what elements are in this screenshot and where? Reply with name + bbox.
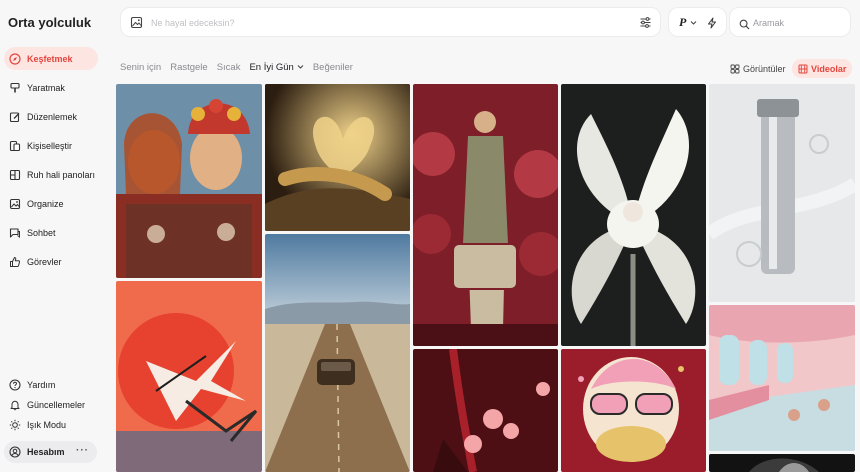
search-icon	[739, 17, 750, 35]
sidebar-item-label: Güncellemeler	[27, 399, 86, 410]
sidebar-item-updates[interactable]: Güncellemeler	[4, 396, 98, 413]
moodboard-icon	[9, 169, 21, 181]
sidebar-item-label: Sohbet	[27, 227, 56, 238]
images-toggle-button[interactable]: Görüntüler	[724, 59, 792, 78]
sidebar-item-personalize[interactable]: Kişiselleştir	[4, 134, 98, 157]
sidebar-item-label: Yardım	[27, 379, 56, 390]
gallery-image-silver-bottle[interactable]	[709, 84, 855, 302]
bell-icon	[9, 399, 21, 411]
lightning-icon[interactable]	[706, 16, 718, 34]
personalize-icon	[9, 140, 21, 152]
bottom-nav: Yardım Güncellemeler Işık Modu	[4, 376, 98, 436]
chevron-down-icon	[690, 13, 697, 31]
sidebar-item-moodboards[interactable]: Ruh hali panoları	[4, 163, 98, 186]
sidebar-item-label: Yaratmak	[27, 82, 65, 93]
sidebar-item-label: Düzenlemek	[27, 111, 78, 122]
thumbs-up-icon	[9, 256, 21, 268]
gallery-image-dark-partial[interactable]	[709, 454, 855, 472]
sun-icon	[9, 419, 21, 431]
sidebar-item-create[interactable]: Yaratmak	[4, 76, 98, 99]
gallery-image-donut-character[interactable]	[561, 349, 706, 472]
sidebar-item-edit[interactable]: Düzenlemek	[4, 105, 98, 128]
image-upload-icon[interactable]	[130, 16, 143, 34]
chat-icon	[9, 227, 21, 239]
sidebar-item-label: Işık Modu	[27, 419, 67, 430]
sidebar-item-label: Kişiselleştir	[27, 140, 73, 151]
tab-random[interactable]: Rastgele	[170, 62, 208, 73]
filter-tabs: Senin için Rastgele Sıcak En İyi Gün Beğ…	[120, 62, 362, 73]
sidebar-item-chat[interactable]: Sohbet	[4, 221, 98, 244]
app-logo[interactable]: Orta yolculuk	[8, 15, 91, 30]
image-icon	[9, 198, 21, 210]
prompt-input[interactable]	[151, 15, 631, 31]
videos-toggle-button[interactable]: Videolar	[792, 59, 853, 78]
account-button[interactable]: Hesabım ···	[4, 441, 97, 463]
sidebar-item-label: Ruh hali panoları	[27, 169, 96, 180]
tab-likes[interactable]: Beğeniler	[313, 62, 353, 73]
main-nav: Keşfetmek Yaratmak Düzenlemek Kişiselleş…	[4, 47, 98, 279]
gallery-image-embroidered-figure[interactable]	[413, 84, 558, 346]
compass-icon	[9, 52, 21, 65]
tab-top-day[interactable]: En İyi Gün	[249, 62, 304, 73]
prompt-bar	[120, 7, 661, 37]
gallery-image-golden-butterflies[interactable]	[265, 84, 410, 231]
sidebar-item-label: Organize	[27, 198, 64, 209]
sidebar-item-organize[interactable]: Organize	[4, 192, 98, 215]
gallery-image-folk-portrait[interactable]	[116, 84, 262, 278]
user-icon	[9, 446, 21, 458]
search-box	[729, 7, 851, 37]
sidebar-item-label: Keşfetmek	[27, 53, 73, 64]
videos-label: Videolar	[811, 63, 847, 74]
account-label: Hesabım	[27, 447, 65, 457]
search-input[interactable]	[753, 15, 845, 31]
sidebar-item-explore[interactable]: Keşfetmek	[4, 47, 98, 70]
tab-label: En İyi Gün	[249, 62, 294, 73]
gallery-image-white-lily[interactable]	[561, 84, 706, 346]
brush-icon	[9, 82, 21, 94]
gallery-image-pink-train[interactable]	[709, 305, 855, 451]
sidebar: Orta yolculuk Keşfetmek Yaratmak Düzenle…	[0, 0, 108, 472]
edit-icon	[9, 111, 21, 123]
sidebar-item-label: Görevler	[27, 256, 62, 267]
tab-hot[interactable]: Sıcak	[217, 62, 241, 73]
more-options-button[interactable]: ···	[76, 445, 89, 456]
images-label: Görüntüler	[743, 63, 786, 74]
chevron-down-icon	[297, 62, 304, 73]
film-icon	[798, 64, 808, 74]
sidebar-item-light-mode[interactable]: Işık Modu	[4, 416, 98, 433]
gallery-image-cranes-sun[interactable]	[116, 281, 262, 472]
mode-selector[interactable]: P	[668, 7, 727, 37]
gallery-image-desert-road[interactable]	[265, 234, 410, 472]
sidebar-item-help[interactable]: Yardım	[4, 376, 98, 393]
mode-letter: P	[679, 14, 687, 29]
settings-sliders-icon[interactable]	[639, 16, 652, 34]
sidebar-item-tasks[interactable]: Görevler	[4, 250, 98, 273]
help-icon	[9, 378, 21, 391]
tab-for-you[interactable]: Senin için	[120, 62, 161, 73]
gallery-image-red-drinks[interactable]	[413, 349, 558, 472]
grid-icon	[730, 64, 740, 74]
